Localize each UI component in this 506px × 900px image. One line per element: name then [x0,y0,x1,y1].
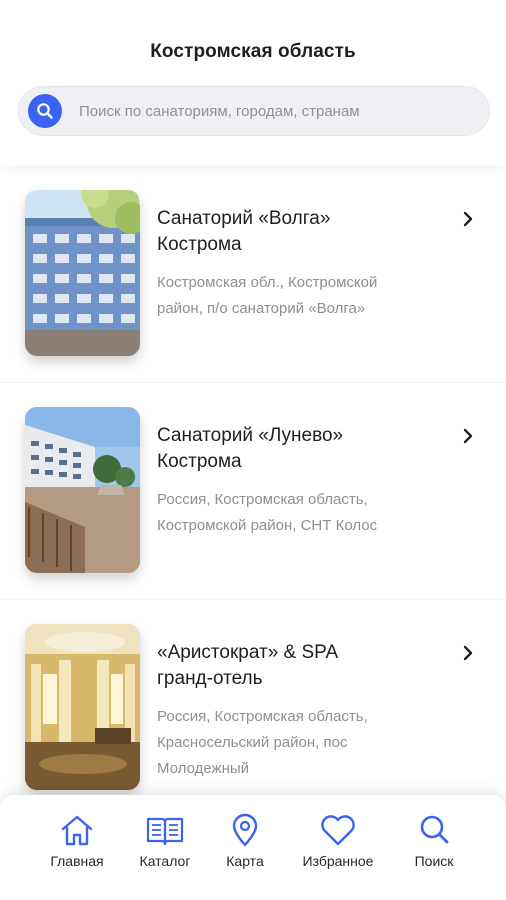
chevron-right-icon[interactable] [460,427,476,445]
page-title: Костромская область [150,41,356,62]
home-icon [61,815,93,846]
search-input[interactable] [79,102,469,120]
bottom-tab-bar: Главная Каталог Карта Избранное Поиск [0,795,506,900]
tab-catalog[interactable]: Каталог [120,813,210,869]
sanatorium-address: Россия, Костромская область, Костромской… [157,491,378,534]
search-icon [420,815,449,844]
hotel-name-line: «Аристократ» & SPA [157,642,339,663]
header: Костромская область [0,0,506,166]
sanatorium-list: Санаторий «Волга» Кострома Костромская о… [0,166,506,817]
hotel-name-line-2: гранд-отель [157,668,263,689]
tab-search-label: Поиск [414,853,454,869]
tab-home[interactable]: Главная [32,813,122,869]
sanatorium-name-line: Санаторий «Волга» [157,208,331,229]
list-item[interactable]: Санаторий «Волга» Кострома Костромская о… [0,166,506,383]
tab-favorites-label: Избранное [302,853,374,869]
search-icon [37,103,53,119]
sanatorium-name: Санаторий «Лунево» Кострома [157,423,447,475]
sanatorium-city: Кострома [157,234,242,255]
sanatorium-city: Кострома [157,451,242,472]
sanatorium-name-line: Санаторий «Лунево» [157,425,344,446]
hotel-photo [25,624,140,790]
hotel-name: «Аристократ» & SPA гранд-отель [157,640,447,692]
tab-home-label: Главная [50,853,104,869]
tab-search[interactable]: Поиск [389,813,479,869]
tab-favorites[interactable]: Избранное [293,813,383,869]
sanatorium-name: Санаторий «Волга» Кострома [157,206,447,258]
tab-map-label: Карта [226,853,264,869]
chevron-right-icon[interactable] [460,644,476,662]
tab-map[interactable]: Карта [200,813,290,869]
heart-icon [321,815,355,846]
hotel-address: Россия, Костромская область, Красносельс… [157,708,368,777]
list-item[interactable]: «Аристократ» & SPA гранд-отель Россия, К… [0,600,506,817]
list-item[interactable]: Санаторий «Лунево» Кострома Россия, Кост… [0,383,506,600]
sanatorium-photo [25,407,140,573]
sanatorium-address: Костромская обл., Костромской район, п/о… [157,274,378,317]
sanatorium-photo [25,190,140,356]
search-button[interactable] [28,94,62,128]
chevron-right-icon[interactable] [460,210,476,228]
map-pin-icon [232,813,258,847]
tab-catalog-label: Каталог [139,853,191,869]
search-bar[interactable] [18,86,490,136]
catalog-icon [146,817,184,846]
